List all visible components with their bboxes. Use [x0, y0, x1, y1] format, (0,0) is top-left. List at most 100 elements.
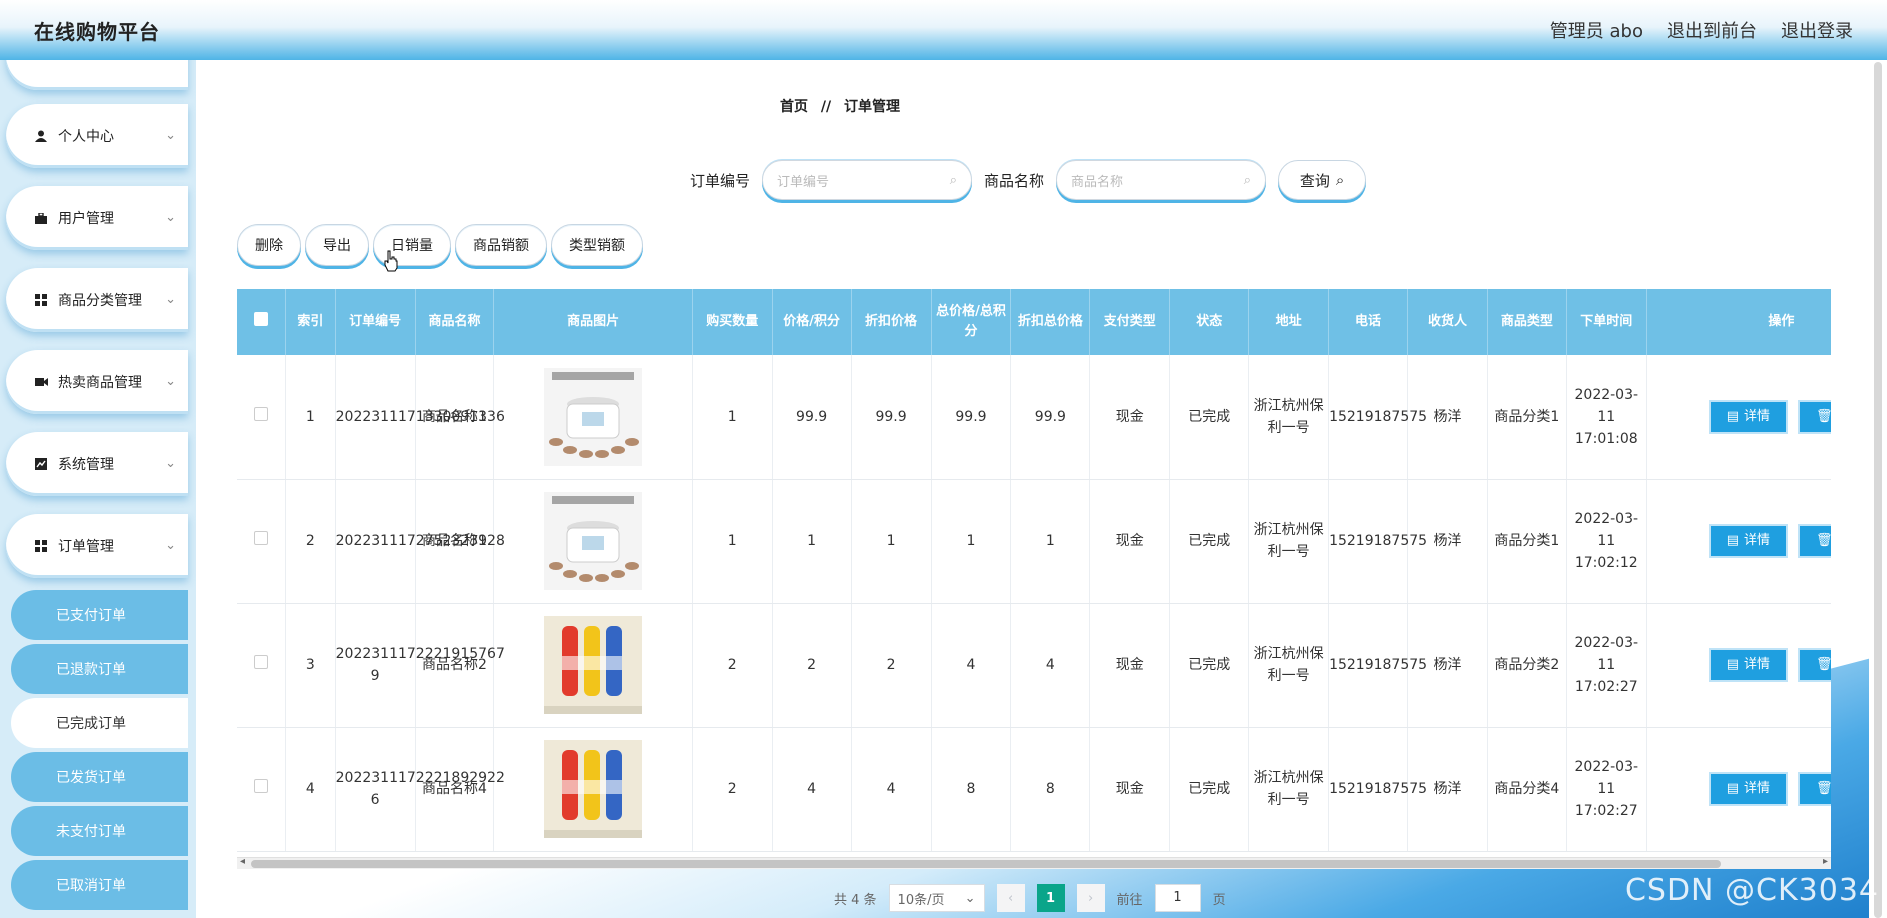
sidebar-subitem-unpaid-orders[interactable]: 未支付订单	[11, 806, 188, 856]
product-name-input[interactable]: 商品名称 ⌕	[1056, 160, 1267, 200]
sidebar-item-label: 订单管理	[58, 539, 114, 555]
detail-button[interactable]: ▤ 详情	[1708, 772, 1789, 806]
column-header: 订单编号	[335, 289, 416, 355]
trash-icon: 🗑	[1816, 657, 1831, 672]
chevron-down-icon: ⌄	[165, 128, 176, 143]
grid-icon	[34, 293, 48, 307]
operations-cell: ▤ 详情 🗑删	[1646, 603, 1831, 728]
cell-total: 1	[931, 479, 1012, 604]
column-header: 下单时间	[1566, 289, 1647, 355]
column-header: 电话	[1328, 289, 1408, 355]
sidebar-item-hot-products[interactable]: 热卖商品管理 ⌄	[6, 350, 188, 414]
app-title: 在线购物平台	[34, 19, 160, 44]
cell-category: 商品分类4	[1487, 727, 1567, 852]
header-actions: 管理员 abo 退出到前台 退出登录	[1550, 17, 1853, 43]
scroll-left-icon[interactable]: ◂	[240, 856, 245, 867]
cell-pay-type: 现金	[1089, 479, 1171, 604]
hand-cursor-icon	[384, 250, 398, 272]
operations-cell: ▤ 详情 🗑删	[1646, 727, 1831, 852]
column-header: 索引	[285, 289, 336, 355]
vertical-scrollbar[interactable]	[1869, 60, 1887, 918]
next-page-button[interactable]: ›	[1076, 884, 1105, 912]
column-header: 操作	[1646, 289, 1831, 355]
product-image	[544, 367, 643, 466]
product-image	[544, 492, 643, 590]
select-all-checkbox[interactable]	[254, 311, 269, 326]
scroll-right-icon[interactable]: ▸	[1823, 856, 1828, 867]
cell-discount-total: 4	[1010, 603, 1091, 728]
column-header: 收货人	[1407, 289, 1488, 355]
prev-page-button[interactable]: ‹	[996, 884, 1025, 912]
column-header: 折扣总价格	[1010, 289, 1091, 355]
search-icon: ⌕	[1335, 171, 1345, 189]
row-delete-button[interactable]: 🗑删	[1798, 399, 1831, 434]
sidebar-subitem-paid-orders[interactable]: 已支付订单	[11, 590, 188, 640]
sidebar-subitem-shipped-orders[interactable]: 已发货订单	[11, 752, 188, 802]
cell-category: 商品分类2	[1487, 603, 1567, 728]
document-icon: ▤	[1726, 408, 1740, 424]
goto-page-input[interactable]: 1	[1154, 884, 1201, 912]
detail-button[interactable]: ▤ 详情	[1708, 524, 1789, 558]
product-sales-button[interactable]: 商品销额	[455, 224, 547, 266]
cell-status: 已完成	[1169, 727, 1250, 852]
order-no-input[interactable]: 订单编号 ⌕	[762, 160, 973, 200]
cell-category: 商品分类1	[1487, 479, 1567, 604]
row-delete-button[interactable]: 🗑删	[1798, 772, 1831, 806]
product-image-cell	[493, 479, 693, 604]
row-select-cell	[237, 355, 287, 480]
cell-price: 4	[772, 727, 852, 852]
chevron-down-icon: ⌄	[165, 538, 176, 553]
horizontal-scrollbar[interactable]: ◂ ▸	[237, 856, 1831, 869]
cell-pay-type: 现金	[1089, 603, 1171, 728]
exit-to-front-link[interactable]: 退出到前台	[1667, 17, 1757, 43]
detail-button[interactable]: ▤ 详情	[1708, 648, 1789, 682]
chevron-down-icon: ⌄	[165, 456, 176, 471]
scrollbar-thumb[interactable]	[1874, 62, 1882, 918]
sidebar-item-label: 系统管理	[58, 457, 114, 473]
sidebar-item-home[interactable]	[6, 60, 188, 90]
query-button[interactable]: 查询 ⌕	[1278, 160, 1367, 200]
sidebar-subitem-cancelled-orders[interactable]: 已取消订单	[11, 860, 188, 910]
sidebar-subitem-refunded-orders[interactable]: 已退款订单	[11, 644, 188, 694]
row-checkbox[interactable]	[254, 779, 269, 793]
chevron-down-icon: ⌄	[165, 210, 176, 225]
search-icon: ⌕	[949, 172, 958, 188]
category-sales-button[interactable]: 类型销额	[551, 224, 643, 266]
column-header: 地址	[1248, 289, 1330, 355]
sidebar-item-users[interactable]: 用户管理 ⌄	[6, 186, 188, 250]
sidebar-item-personal[interactable]: 个人中心 ⌄	[6, 104, 188, 168]
logout-link[interactable]: 退出登录	[1781, 17, 1853, 43]
cell-discount-price: 2	[851, 603, 932, 728]
cell-phone: 15219187575	[1328, 355, 1427, 480]
delete-button[interactable]: 删除	[237, 224, 301, 266]
cell-qty: 2	[692, 603, 773, 728]
cell-status: 已完成	[1169, 479, 1250, 604]
page-size-select[interactable]: 10条/页 ⌄	[888, 884, 985, 912]
sidebar-subitem-completed-orders[interactable]: 已完成订单	[11, 698, 188, 748]
cell-pay-type: 现金	[1089, 355, 1171, 480]
cell-index: 3	[285, 603, 336, 728]
sidebar-item-orders[interactable]: 订单管理 ⌄	[6, 514, 188, 578]
cell-pay-type: 现金	[1089, 727, 1171, 852]
breadcrumb-home[interactable]: 首页	[780, 99, 808, 115]
detail-button[interactable]: ▤ 详情	[1708, 399, 1789, 434]
cell-product: 商品名称4	[415, 727, 495, 852]
cell-product: 商品名称1	[415, 479, 495, 604]
sidebar-item-category[interactable]: 商品分类管理 ⌄	[6, 268, 188, 332]
search-icon: ⌕	[1243, 172, 1252, 188]
orders-table: 索引 订单编号 商品名称 商品图片 购买数量 价格/积分 折扣价格 总价格/总积…	[237, 289, 1831, 861]
cell-product: 商品名称1	[415, 355, 495, 480]
row-checkbox[interactable]	[254, 406, 269, 421]
cell-address: 浙江杭州保利一号	[1248, 727, 1330, 852]
sidebar-item-system[interactable]: 系统管理 ⌄	[6, 432, 188, 496]
row-delete-button[interactable]: 🗑删	[1798, 524, 1831, 558]
export-button[interactable]: 导出	[305, 224, 369, 266]
document-icon: ▤	[1726, 533, 1740, 548]
row-checkbox[interactable]	[254, 531, 269, 545]
row-checkbox[interactable]	[254, 655, 269, 669]
scrollbar-thumb[interactable]	[251, 860, 1721, 868]
pagination: 共 4 条 10条/页 ⌄ ‹ 1 › 前往 1 页	[834, 884, 1226, 912]
cell-discount-total: 99.9	[1010, 355, 1091, 480]
page-number-button[interactable]: 1	[1036, 884, 1065, 912]
row-delete-button[interactable]: 🗑删	[1798, 648, 1831, 682]
